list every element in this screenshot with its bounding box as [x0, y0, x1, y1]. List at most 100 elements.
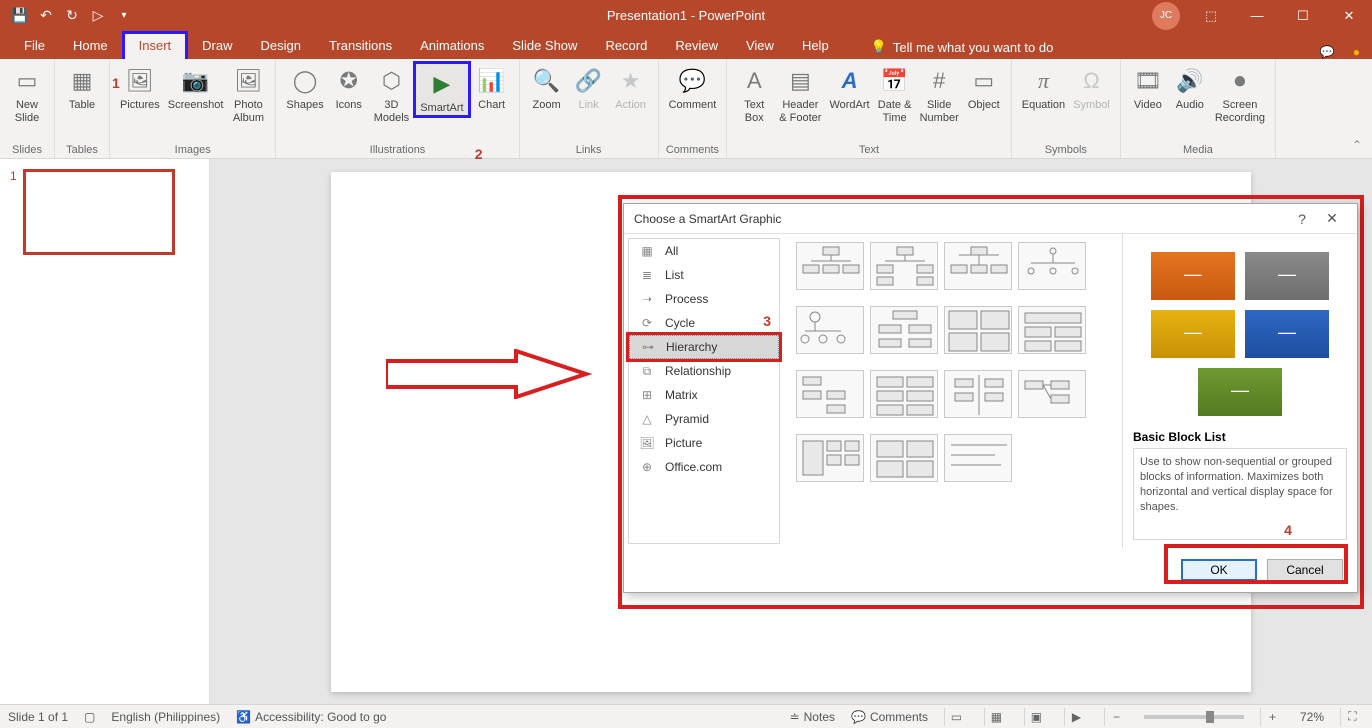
photo-album-button[interactable]: 🖼Photo Album — [227, 61, 269, 125]
tab-review[interactable]: Review — [661, 32, 732, 59]
tab-design[interactable]: Design — [247, 32, 315, 59]
table-button[interactable]: ▦Table — [61, 61, 103, 112]
reading-view-icon[interactable]: ▣ — [1024, 708, 1048, 726]
layout-option[interactable] — [944, 434, 1012, 482]
object-button[interactable]: ▭Object — [963, 61, 1005, 112]
layout-option[interactable] — [870, 306, 938, 354]
ribbon-display-options-icon[interactable]: ⬚ — [1188, 0, 1234, 31]
category-office[interactable]: ⊕Office.com — [629, 455, 779, 479]
layout-option[interactable] — [944, 370, 1012, 418]
close-icon[interactable]: ✕ — [1326, 0, 1372, 31]
comment-button[interactable]: 💬Comment — [665, 61, 721, 112]
tab-insert[interactable]: Insert — [122, 31, 189, 59]
redo-icon[interactable]: ↻ — [60, 4, 84, 28]
comments-button[interactable]: 💬Comments — [851, 710, 928, 724]
category-all[interactable]: ▦All — [629, 239, 779, 263]
layout-option[interactable] — [870, 370, 938, 418]
tab-view[interactable]: View — [732, 32, 788, 59]
start-from-beginning-icon[interactable]: ▷ — [86, 4, 110, 28]
minimize-icon[interactable]: — — [1234, 0, 1280, 31]
category-process[interactable]: ➝Process — [629, 287, 779, 311]
tab-slideshow[interactable]: Slide Show — [498, 32, 591, 59]
category-list[interactable]: ≣List — [629, 263, 779, 287]
share-icon[interactable]: 💬 — [1320, 45, 1335, 59]
group-illustrations: Illustrations2 — [282, 144, 512, 158]
zoom-out-icon[interactable]: − — [1104, 708, 1128, 726]
tab-transitions[interactable]: Transitions — [315, 32, 406, 59]
tell-me-search[interactable]: 💡 Tell me what you want to do — [863, 35, 1062, 59]
language-indicator[interactable]: English (Philippines) — [111, 710, 220, 724]
new-slide-button[interactable]: ▭New Slide — [6, 61, 48, 125]
category-picture[interactable]: 🖼Picture — [629, 431, 779, 455]
category-matrix[interactable]: ⊞Matrix — [629, 383, 779, 407]
layout-option[interactable] — [1018, 242, 1086, 290]
video-button[interactable]: 🎞Video — [1127, 61, 1169, 112]
header-footer-button[interactable]: ▤Header & Footer — [775, 61, 825, 125]
zoom-slider[interactable] — [1144, 715, 1244, 719]
user-avatar[interactable]: JC — [1152, 2, 1180, 30]
screen-recording-button[interactable]: ⏺Screen Recording — [1211, 61, 1269, 125]
tab-home[interactable]: Home — [59, 32, 122, 59]
layout-option[interactable] — [944, 306, 1012, 354]
layout-option[interactable] — [796, 306, 864, 354]
link-button: 🔗Link — [568, 61, 610, 112]
slide-thumbnail-panel[interactable]: 1 — [0, 159, 210, 704]
tab-file[interactable]: File — [10, 32, 59, 59]
slide-thumbnail-1[interactable] — [23, 169, 175, 255]
photo-album-icon: 🖼 — [232, 65, 264, 97]
tab-draw[interactable]: Draw — [188, 32, 246, 59]
layout-option[interactable] — [796, 370, 864, 418]
slide-counter[interactable]: Slide 1 of 1 — [8, 710, 68, 724]
smartart-button[interactable]: ▶SmartArt — [413, 61, 470, 118]
screenshot-button[interactable]: 📷Screenshot — [164, 61, 228, 112]
save-icon[interactable]: 💾 — [8, 4, 32, 28]
dialog-close-button[interactable]: ✕ — [1317, 210, 1347, 227]
slide-sorter-view-icon[interactable]: ▦ — [984, 708, 1008, 726]
pictures-button[interactable]: 🖼Pictures — [116, 61, 164, 112]
text-box-icon: A — [738, 65, 770, 97]
slideshow-view-icon[interactable]: ▶ — [1064, 708, 1088, 726]
zoom-percent[interactable]: 72% — [1300, 710, 1324, 724]
date-time-icon: 📅 — [879, 65, 911, 97]
tab-record[interactable]: Record — [591, 32, 661, 59]
spellcheck-icon[interactable]: ▢ — [84, 710, 95, 724]
normal-view-icon[interactable]: ▭ — [944, 708, 968, 726]
undo-icon[interactable]: ↶ — [34, 4, 58, 28]
category-cycle[interactable]: ⟳Cycle — [629, 311, 779, 335]
tab-animations[interactable]: Animations — [406, 32, 498, 59]
layout-option[interactable] — [796, 434, 864, 482]
quick-access-toolbar: 💾 ↶ ↻ ▷ ▾ — [0, 4, 136, 28]
hierarchy-icon: ⊶ — [640, 340, 656, 354]
qat-more-icon[interactable]: ▾ — [112, 4, 136, 28]
layout-option[interactable] — [870, 242, 938, 290]
chart-button[interactable]: 📊Chart — [471, 61, 513, 112]
3d-models-button[interactable]: ⬡3D Models — [370, 61, 413, 125]
icons-button[interactable]: ✪Icons — [328, 61, 370, 112]
collapse-ribbon-icon[interactable]: ⌃ — [1352, 138, 1362, 152]
dialog-help-button[interactable]: ? — [1287, 211, 1317, 227]
layout-option[interactable] — [870, 434, 938, 482]
layout-option[interactable] — [944, 242, 1012, 290]
audio-button[interactable]: 🔊Audio — [1169, 61, 1211, 112]
equation-button[interactable]: πEquation — [1018, 61, 1069, 112]
zoom-button[interactable]: 🔍Zoom — [526, 61, 568, 112]
category-hierarchy[interactable]: ⊶Hierarchy — [629, 335, 779, 359]
preview-block — [1151, 252, 1235, 300]
layout-option[interactable] — [1018, 370, 1086, 418]
layout-option[interactable] — [1018, 306, 1086, 354]
slide-number-button[interactable]: #Slide Number — [916, 61, 963, 125]
accessibility-check[interactable]: ♿Accessibility: Good to go — [236, 710, 386, 724]
category-pyramid[interactable]: △Pyramid — [629, 407, 779, 431]
fit-to-window-icon[interactable]: ⛶ — [1340, 708, 1364, 726]
tab-help[interactable]: Help — [788, 32, 843, 59]
maximize-icon[interactable]: ☐ — [1280, 0, 1326, 31]
shapes-button[interactable]: ◯Shapes — [282, 61, 327, 112]
zoom-in-icon[interactable]: + — [1260, 708, 1284, 726]
notes-button[interactable]: ≐Notes — [790, 710, 835, 724]
date-time-button[interactable]: 📅Date & Time — [874, 61, 916, 125]
layout-option[interactable] — [796, 242, 864, 290]
text-box-button[interactable]: AText Box — [733, 61, 775, 125]
slide-thumb-number: 1 — [10, 169, 17, 255]
wordart-button[interactable]: AWordArt — [825, 61, 873, 112]
category-relationship[interactable]: ⧉Relationship — [629, 359, 779, 383]
